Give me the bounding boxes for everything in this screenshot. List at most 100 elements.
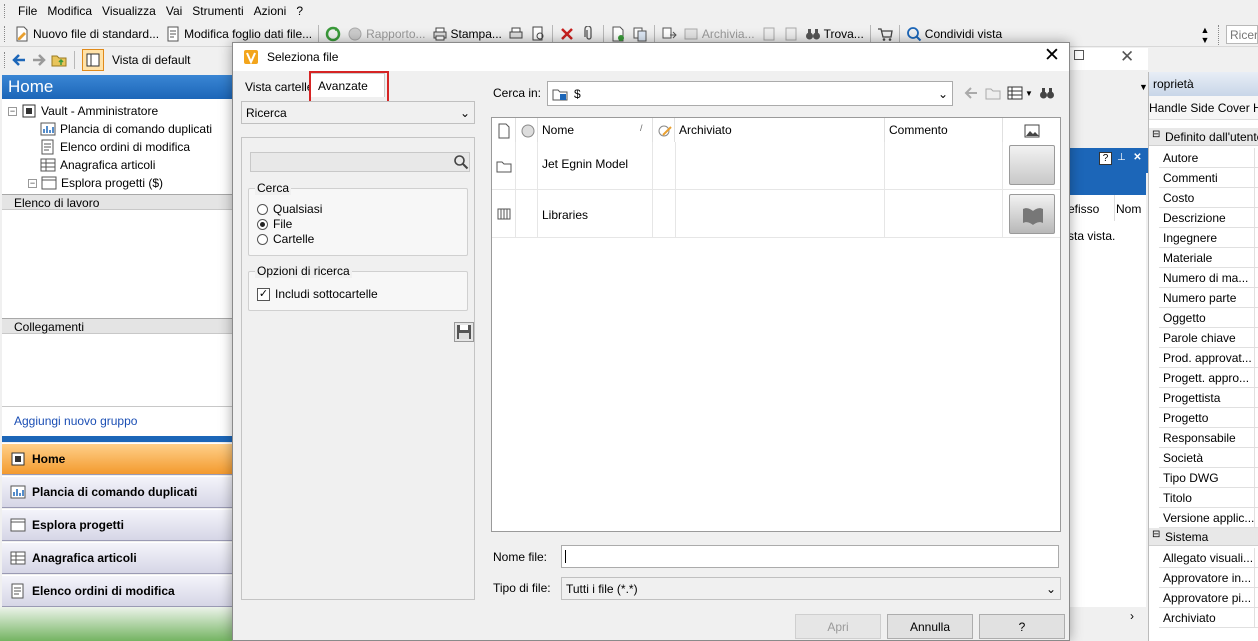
column-name[interactable]: Nome / [538,118,653,142]
property-row[interactable]: Prod. approvat... [1159,348,1258,368]
tree-item-change-orders[interactable]: Elenco ordini di modifica [40,139,190,155]
collapse-icon[interactable]: ⊟ [1152,129,1160,140]
search-text-input[interactable] [250,152,470,172]
property-row[interactable]: Archiviato [1159,608,1258,628]
column-name[interactable]: Nom [1116,202,1141,216]
radio-any[interactable]: Qualsiasi [257,202,322,216]
file-name-input[interactable] [561,545,1059,568]
menu-visualizza[interactable]: Visualizza [97,4,161,18]
menu-strumenti[interactable]: Strumenti [187,4,248,18]
close-icon[interactable]: ✕ [1039,45,1065,69]
help-icon[interactable]: ? [1099,152,1112,165]
property-row[interactable]: Progetto [1159,408,1258,428]
view-menu-icon[interactable] [1007,85,1023,101]
property-row[interactable]: Numero parte [1159,288,1258,308]
radio-folders[interactable]: Cartelle [257,232,314,246]
radio-file[interactable]: File [257,217,292,231]
property-group-system[interactable]: ⊟ Sistema [1149,528,1258,546]
collapse-icon[interactable]: − [8,106,17,116]
close-icon[interactable]: ✕ [1120,47,1134,67]
binoculars-icon[interactable] [1039,85,1055,101]
panel-splitter[interactable] [2,436,232,442]
property-row[interactable]: Società [1159,448,1258,468]
tree-item-duplicates[interactable]: Plancia di comando duplicati [40,121,212,137]
menu-vai[interactable]: Vai [161,4,187,18]
nav-button-projects[interactable]: Esplora progetti [2,509,232,541]
property-row[interactable]: Oggetto [1159,308,1258,328]
tree-root[interactable]: − Vault - Amministratore [8,103,158,119]
property-row[interactable]: Allegato visuali... [1159,548,1258,568]
column-thumbnail[interactable] [1003,118,1060,142]
property-row[interactable]: Approvatore pi... [1159,588,1258,608]
column-archived[interactable]: Archiviato [675,118,885,142]
tree-item-projects[interactable]: − Esplora progetti ($) [28,175,163,191]
menu-help[interactable]: ? [291,4,308,18]
column-prefix[interactable]: efisso [1068,202,1099,216]
checkbox-checked-icon[interactable]: ✓ [257,287,270,301]
radio-any-circle[interactable] [257,203,268,215]
property-row[interactable]: Progett. appro... [1159,368,1258,388]
folder-up-icon[interactable] [985,85,1001,101]
back-arrow-icon[interactable] [963,85,979,101]
collapse-icon[interactable]: − [28,178,37,188]
back-arrow-icon[interactable] [11,52,27,68]
tab-folder-view[interactable]: Vista cartelle [241,77,317,97]
file-type-dropdown[interactable]: Tutti i file (*.*) ⌄ [561,577,1061,600]
look-in-dropdown[interactable]: $ ⌄ [547,81,953,106]
nav-button-home[interactable]: Home [2,443,232,475]
nav-button-change-orders[interactable]: Elenco ordini di modifica [2,575,232,607]
links-header[interactable]: Collegamenti [2,318,232,334]
save-search-button[interactable] [454,322,474,342]
cancel-button[interactable]: Annulla [887,614,973,639]
nav-button-items[interactable]: Anagrafica articoli [2,542,232,574]
toolbar-overflow-icon[interactable]: ▲ ▼ [1200,25,1210,45]
property-row[interactable]: Versione applic... [1159,508,1258,528]
forward-arrow-icon[interactable] [31,52,47,68]
radio-folders-circle[interactable] [257,233,268,245]
tree-item-items[interactable]: Anagrafica articoli [40,157,155,173]
menu-azioni[interactable]: Azioni [249,4,292,18]
property-row[interactable]: Costo [1159,188,1258,208]
column-edit[interactable] [653,118,675,142]
property-row[interactable]: Tipo DWG [1159,468,1258,488]
scroll-right-icon[interactable]: › [1130,609,1134,623]
search-type-dropdown[interactable]: Ricerca ⌄ [241,101,475,124]
property-row[interactable]: Progettista [1159,388,1258,408]
column-status[interactable] [516,118,538,142]
property-row[interactable]: Responsabile [1159,428,1258,448]
collapse-icon[interactable]: ⊟ [1152,529,1160,540]
column-type[interactable] [492,118,516,142]
toggle-pane-button[interactable] [82,49,104,71]
file-row[interactable]: Jet Egnin Model [492,142,1060,190]
toolbar-search-input[interactable]: Ricerc [1226,25,1258,44]
new-file-button[interactable]: Nuovo file di standard... [11,23,162,45]
property-row[interactable]: Titolo [1159,488,1258,508]
property-row[interactable]: Materiale [1159,248,1258,268]
folder-up-icon[interactable] [51,52,67,68]
radio-file-circle[interactable] [257,218,268,230]
close-icon[interactable]: ✕ [1131,152,1144,165]
maximize-icon[interactable] [1074,50,1084,60]
property-row[interactable]: Descrizione [1159,208,1258,228]
property-group-user[interactable]: ⊟ Definito dall'utente [1149,128,1258,146]
open-button[interactable]: Apri [795,614,881,639]
property-row[interactable]: Numero di ma... [1159,268,1258,288]
property-row[interactable]: Ingegnere [1159,228,1258,248]
property-row[interactable]: Commenti [1159,168,1258,188]
column-comment[interactable]: Commento [885,118,1003,142]
file-row[interactable]: Libraries [492,190,1060,238]
dropdown-arrow-icon[interactable]: ▼ [1139,82,1148,92]
menu-file[interactable]: File [13,4,42,18]
property-row[interactable]: Approvatore in... [1159,568,1258,588]
property-row[interactable]: Autore [1159,148,1258,168]
help-button[interactable]: ? [979,614,1065,639]
add-group-link[interactable]: Aggiungi nuovo gruppo [14,414,137,428]
default-view-label[interactable]: Vista di default [112,53,191,67]
worklist-header[interactable]: Elenco di lavoro [2,194,232,210]
menu-modifica[interactable]: Modifica [42,4,97,18]
nav-button-duplicates[interactable]: Plancia di comando duplicati [2,476,232,508]
property-row[interactable]: Parole chiave [1159,328,1258,348]
search-icon[interactable] [453,154,469,170]
dropdown-arrow-icon[interactable]: ▼ [1025,89,1033,98]
horizontal-scrollbar[interactable]: › [1068,607,1148,627]
